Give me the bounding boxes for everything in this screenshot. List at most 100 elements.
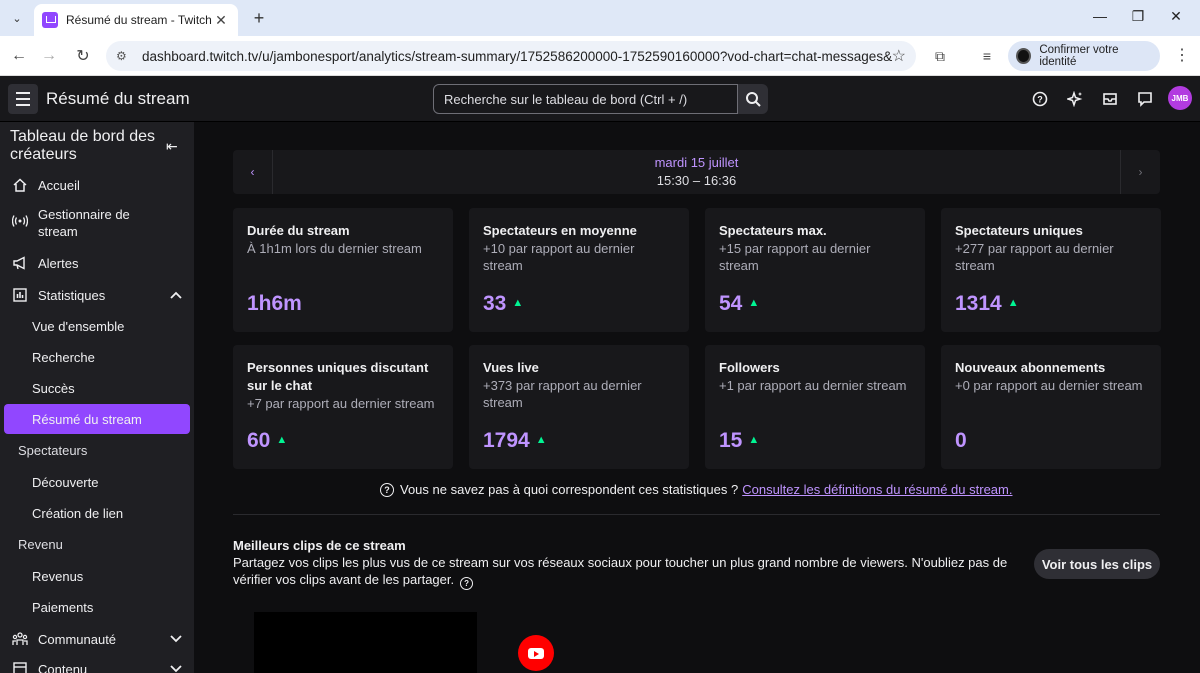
- svg-text:?: ?: [1037, 95, 1043, 105]
- sidebar-item-revenus[interactable]: Revenus: [4, 561, 190, 591]
- new-tab-icon[interactable]: +: [248, 7, 270, 29]
- sidebar: Tableau de bord des créateurs ⇤ Accueil …: [0, 122, 194, 673]
- stat-value: 15: [719, 429, 743, 452]
- sidebar-item-accueil[interactable]: Accueil: [4, 174, 190, 196]
- inbox-icon[interactable]: [1100, 89, 1120, 109]
- collapse-sidebar-icon[interactable]: ⇤: [166, 138, 178, 155]
- hamburger-menu-icon[interactable]: [8, 84, 38, 114]
- sidebar-section-revenu[interactable]: Revenu: [18, 537, 63, 552]
- stat-card-vues-live: Vues live +373 par rapport au dernier st…: [469, 345, 689, 469]
- stat-card-abonnements: Nouveaux abonnements +0 par rapport au d…: [941, 345, 1161, 469]
- stat-comparison: +277 par rapport au dernier stream: [955, 241, 1114, 273]
- stats-icon: [10, 288, 30, 302]
- address-bar[interactable]: ⚙ dashboard.twitch.tv/u/jambonesport/ana…: [106, 41, 916, 71]
- stat-card-chatteurs: Personnes uniques discutant sur le chat …: [233, 345, 453, 469]
- sidebar-item-communaute[interactable]: Communauté: [4, 628, 190, 650]
- dashboard-header: Résumé du stream ? JMB: [0, 76, 1200, 122]
- definitions-link[interactable]: Consultez les définitions du résumé du s…: [742, 482, 1012, 497]
- home-icon: [10, 178, 30, 192]
- extensions-icon[interactable]: ⧉: [929, 45, 951, 67]
- sidebar-item-label: Statistiques: [38, 287, 106, 303]
- sidebar-item-contenu[interactable]: Contenu: [4, 658, 190, 673]
- stat-title: Spectateurs en moyenne: [483, 223, 637, 238]
- site-settings-icon[interactable]: ⚙: [116, 49, 132, 63]
- help-question: Vous ne savez pas à quoi correspondent c…: [400, 482, 739, 497]
- stat-comparison: +373 par rapport au dernier stream: [483, 378, 642, 410]
- sidebar-item-resume-stream[interactable]: Résumé du stream: [4, 404, 190, 434]
- browser-tab[interactable]: Résumé du stream - Twitch ✕: [34, 4, 238, 36]
- twitch-favicon-icon: [42, 12, 58, 28]
- sidebar-item-statistiques[interactable]: Statistiques: [4, 284, 190, 306]
- help-icon[interactable]: ?: [1030, 89, 1050, 109]
- sidebar-item-creation-lien[interactable]: Création de lien: [4, 498, 190, 528]
- stat-title: Nouveaux abonnements: [955, 360, 1106, 375]
- sidebar-item-vue-ensemble[interactable]: Vue d'ensemble: [4, 311, 190, 341]
- stat-card-spectateurs-max: Spectateurs max. +15 par rapport au dern…: [705, 208, 925, 332]
- url-text: dashboard.twitch.tv/u/jambonesport/analy…: [142, 48, 892, 64]
- trend-up-icon: ▲: [535, 434, 547, 446]
- page-title: Résumé du stream: [46, 89, 190, 108]
- avatar[interactable]: JMB: [1168, 86, 1192, 110]
- main-content: ‹ mardi 15 juillet 15:30 – 16:36 › Durée…: [194, 122, 1200, 673]
- stat-comparison: +10 par rapport au dernier stream: [483, 241, 635, 273]
- tab-search-icon[interactable]: ⌄: [6, 7, 28, 29]
- stream-date[interactable]: mardi 15 juillet: [233, 155, 1160, 170]
- stats-help-line: ? Vous ne savez pas à quoi correspondent…: [380, 482, 1012, 497]
- clip-thumbnail[interactable]: [254, 612, 477, 673]
- sidebar-item-stream-manager[interactable]: Gestionnaire de stream: [4, 206, 190, 240]
- identity-label: Confirmer votre identité: [1039, 44, 1119, 68]
- stat-title: Followers: [719, 360, 780, 375]
- chevron-up-icon: [170, 288, 182, 302]
- search-button[interactable]: [738, 84, 768, 114]
- sidebar-item-label: Communauté: [38, 631, 117, 647]
- browser-tab-bar: ⌄ Résumé du stream - Twitch ✕ + — ❐ ✕: [0, 0, 1200, 36]
- reload-icon[interactable]: ↻: [72, 45, 94, 67]
- help-icon[interactable]: ?: [460, 577, 474, 590]
- stat-title: Spectateurs max.: [719, 223, 827, 238]
- sidebar-item-label: Gestionnaire de stream: [38, 207, 130, 239]
- stat-comparison: À 1h1m lors du dernier stream: [247, 241, 422, 256]
- sidebar-item-succes[interactable]: Succès: [4, 373, 190, 403]
- tab-close-icon[interactable]: ✕: [212, 12, 230, 29]
- whispers-icon[interactable]: [1135, 89, 1155, 109]
- sidebar-item-decouverte[interactable]: Découverte: [4, 467, 190, 497]
- chevron-right-icon[interactable]: ›: [1120, 150, 1160, 194]
- stat-value: 54: [719, 292, 743, 315]
- sparkle-icon[interactable]: [1065, 89, 1085, 109]
- profile-icon: [1016, 48, 1032, 64]
- minimize-icon[interactable]: —: [1090, 8, 1110, 24]
- stat-value: 1794: [483, 429, 530, 452]
- megaphone-icon: [10, 256, 30, 270]
- identity-button[interactable]: Confirmer votre identité: [1008, 41, 1160, 71]
- stat-card-spectateurs-uniques: Spectateurs uniques +277 par rapport au …: [941, 208, 1161, 332]
- sidebar-item-paiements[interactable]: Paiements: [4, 592, 190, 622]
- stat-value: 60: [247, 429, 271, 452]
- sidebar-item-recherche[interactable]: Recherche: [4, 342, 190, 372]
- stat-title: Durée du stream: [247, 223, 350, 238]
- media-controls-icon[interactable]: ≡: [976, 45, 998, 67]
- stat-comparison: +7 par rapport au dernier stream: [247, 396, 435, 411]
- window-close-icon[interactable]: ✕: [1166, 8, 1186, 25]
- sidebar-item-alertes[interactable]: Alertes: [4, 252, 190, 274]
- sidebar-section-spectateurs[interactable]: Spectateurs: [18, 443, 87, 458]
- sidebar-item-label: Accueil: [38, 177, 80, 193]
- stream-time-range: 15:30 – 16:36: [656, 173, 737, 188]
- search-icon: [746, 92, 761, 107]
- trend-up-icon: ▲: [748, 434, 760, 446]
- youtube-share-icon[interactable]: [518, 635, 554, 671]
- stat-title: Personnes uniques discutant sur le chat: [247, 360, 429, 393]
- stat-title: Spectateurs uniques: [955, 223, 1083, 238]
- bookmark-star-icon[interactable]: ☆: [892, 46, 906, 66]
- stat-card-duree: Durée du stream À 1h1m lors du dernier s…: [233, 208, 453, 332]
- back-arrow-icon[interactable]: ←: [8, 45, 30, 67]
- dashboard-search: [433, 84, 768, 114]
- chevron-down-icon: [170, 662, 182, 673]
- forward-arrow-icon[interactable]: →: [38, 45, 60, 67]
- sidebar-item-label: Contenu: [38, 661, 88, 673]
- trend-up-icon: ▲: [512, 297, 524, 309]
- browser-menu-icon[interactable]: ⋮: [1172, 45, 1192, 65]
- view-all-clips-button[interactable]: Voir tous les clips: [1034, 549, 1160, 579]
- search-input[interactable]: [433, 84, 738, 114]
- restore-icon[interactable]: ❐: [1128, 8, 1148, 25]
- clips-description-text: Partagez vos clips les plus vus de ce st…: [233, 555, 1008, 587]
